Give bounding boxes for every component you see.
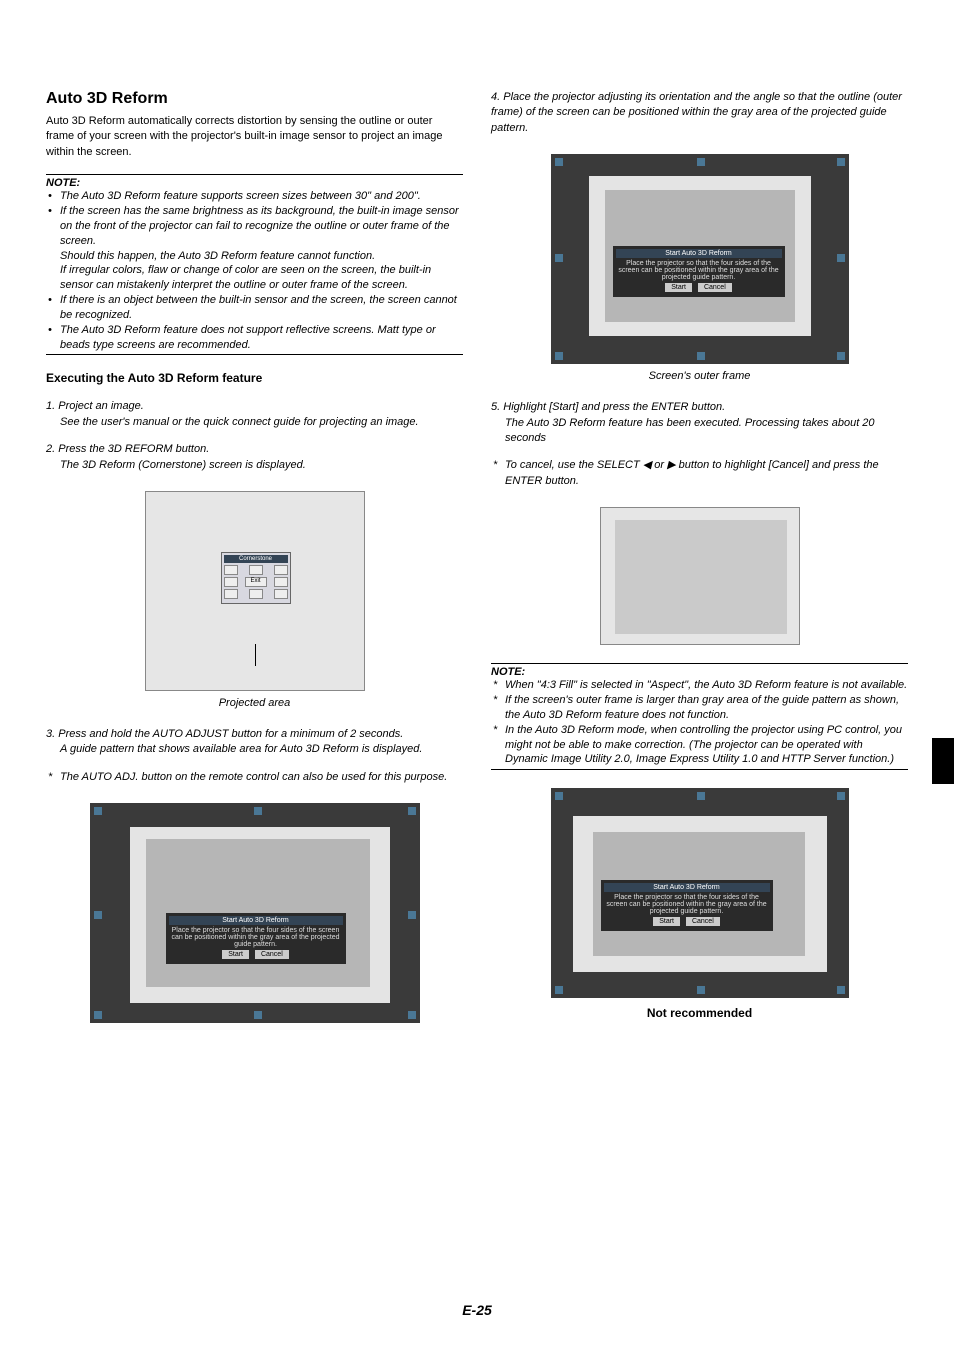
figure-result <box>491 507 908 645</box>
step-detail: The Auto 3D Reform feature has been exec… <box>491 416 908 447</box>
start-button: Start <box>653 917 680 926</box>
dialog-msg: Place the projector so that the four sid… <box>604 894 770 915</box>
note-item: In the Auto 3D Reform mode, when control… <box>491 723 908 768</box>
side-tab <box>932 738 954 784</box>
exit-btn: Exit <box>245 577 267 587</box>
start-button: Start <box>222 950 249 959</box>
step-4: 4. Place the projector adjusting its ori… <box>491 90 908 136</box>
dialog-title: Start Auto 3D Reform <box>169 916 343 925</box>
step-5-aster: To cancel, use the SELECT ◀ or ▶ button … <box>491 458 908 489</box>
result-illustration <box>600 507 800 645</box>
note-list-1: The Auto 3D Reform feature supports scre… <box>46 189 463 352</box>
cancel-button: Cancel <box>698 283 732 292</box>
intro-text: Auto 3D Reform automatically corrects di… <box>46 114 463 160</box>
step-3-aster: The AUTO ADJ. button on the remote contr… <box>46 770 463 785</box>
two-column-layout: Auto 3D Reform Auto 3D Reform automatica… <box>46 90 908 1041</box>
step-5: 5. Highlight [Start] and press the ENTER… <box>491 400 908 446</box>
step-number: 4. <box>491 91 500 103</box>
subsection-heading: Executing the Auto 3D Reform feature <box>46 371 463 385</box>
note-heading: NOTE: <box>46 177 463 189</box>
figure-not-recommended: Start Auto 3D Reform Place the projector… <box>491 788 908 1020</box>
figure-2: Start Auto 3D Reform Place the projector… <box>491 154 908 382</box>
note-item: If the screen has the same brightness as… <box>46 204 463 293</box>
note-item: If there is an object between the built-… <box>46 293 463 323</box>
step-text: Place the projector adjusting its orient… <box>491 91 902 134</box>
note-item: If the screen's outer frame is larger th… <box>491 693 908 723</box>
step-detail: The 3D Reform (Cornerstone) screen is di… <box>46 458 463 473</box>
step-detail: A guide pattern that shows available are… <box>46 742 463 757</box>
page-number: E-25 <box>0 1302 954 1318</box>
step-text: Press the 3D REFORM button. <box>58 443 209 455</box>
note-heading: NOTE: <box>491 666 908 678</box>
start-auto-dialog-2: Start Auto 3D Reform Place the projector… <box>613 246 785 297</box>
figure-guide-pattern: Start Auto 3D Reform Place the projector… <box>46 803 463 1023</box>
not-recommended-label: Not recommended <box>491 1006 908 1020</box>
step-number: 1. <box>46 400 55 412</box>
section-title: Auto 3D Reform <box>46 90 463 108</box>
cancel-button: Cancel <box>686 917 720 926</box>
start-button: Start <box>665 283 692 292</box>
note-item: The Auto 3D Reform feature does not supp… <box>46 323 463 353</box>
note-block-2: NOTE: When "4:3 Fill" is selected in "As… <box>491 663 908 770</box>
step-text: Press and hold the AUTO ADJUST button fo… <box>58 728 403 740</box>
dialog-header: Cornerstone <box>224 555 288 563</box>
step-number: 3. <box>46 728 55 740</box>
note-item: The Auto 3D Reform feature supports scre… <box>46 189 463 204</box>
figure-1-caption: Projected area <box>46 697 463 709</box>
step-3: 3. Press and hold the AUTO ADJUST button… <box>46 727 463 758</box>
step-detail: See the user's manual or the quick conne… <box>46 415 463 430</box>
step-number: 5. <box>491 401 500 413</box>
figure-2-caption: Screen's outer frame <box>491 370 908 382</box>
outer-frame-illustration: Start Auto 3D Reform Place the projector… <box>551 154 849 364</box>
figure-1: Cornerstone Exit Projected area <box>46 491 463 709</box>
cornerstone-dialog: Cornerstone Exit <box>221 552 291 604</box>
start-auto-dialog-3: Start Auto 3D Reform Place the projector… <box>601 880 773 931</box>
left-column: Auto 3D Reform Auto 3D Reform automatica… <box>46 90 463 1041</box>
dialog-title: Start Auto 3D Reform <box>604 883 770 892</box>
pointer-line <box>255 644 256 666</box>
step-2: 2. Press the 3D REFORM button. The 3D Re… <box>46 442 463 473</box>
step-number: 2. <box>46 443 55 455</box>
not-recommended-illustration: Start Auto 3D Reform Place the projector… <box>551 788 849 998</box>
start-auto-dialog: Start Auto 3D Reform Place the projector… <box>166 913 346 964</box>
dialog-msg: Place the projector so that the four sid… <box>169 927 343 948</box>
note-item: When "4:3 Fill" is selected in "Aspect",… <box>491 678 908 693</box>
note-block-1: NOTE: The Auto 3D Reform feature support… <box>46 174 463 355</box>
step-text: Highlight [Start] and press the ENTER bu… <box>503 401 725 413</box>
right-column: 4. Place the projector adjusting its ori… <box>491 90 908 1041</box>
guide-pattern-illustration: Start Auto 3D Reform Place the projector… <box>90 803 420 1023</box>
note-list-2: When "4:3 Fill" is selected in "Aspect",… <box>491 678 908 767</box>
step-1: 1. Project an image. See the user's manu… <box>46 399 463 430</box>
cornerstone-screen-illustration: Cornerstone Exit <box>145 491 365 691</box>
step-text: Project an image. <box>58 400 144 412</box>
dialog-msg: Place the projector so that the four sid… <box>616 260 782 281</box>
dialog-title: Start Auto 3D Reform <box>616 249 782 258</box>
cancel-button: Cancel <box>255 950 289 959</box>
